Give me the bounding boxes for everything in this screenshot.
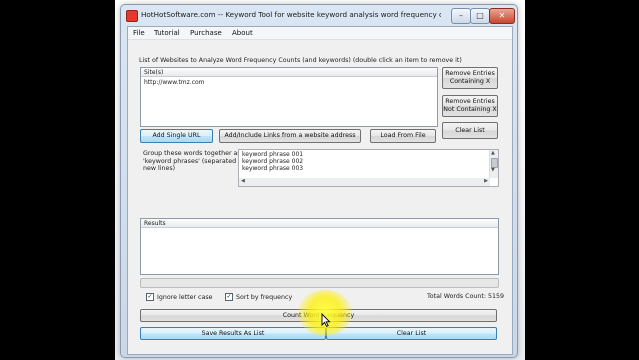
phrases-label-line: Group these words together as <box>143 150 241 157</box>
scroll-left-icon[interactable]: ◀ <box>241 178 245 184</box>
button-label-line: Containing X <box>449 78 491 85</box>
close-button[interactable]: ✕ <box>489 8 515 24</box>
sort-by-frequency-label: Sort by frequency <box>236 293 293 301</box>
letterbox-left <box>0 0 115 360</box>
ignore-letter-case-option[interactable]: ✓ Ignore letter case <box>146 293 213 301</box>
results-column-header: Results <box>141 219 498 228</box>
results-listbox[interactable]: Results <box>140 218 499 275</box>
phrases-label-line: new lines) <box>143 165 176 172</box>
websites-section-label: List of Websites to Analyze Word Frequen… <box>139 57 462 64</box>
phrase-line: keyword phrase 002 <box>242 158 304 165</box>
maximize-button[interactable]: □ <box>470 8 490 24</box>
window-title: HotHotSoftware.com -- Keyword Tool for w… <box>141 10 441 19</box>
phrases-label-line: 'keyword phrases' (separated by <box>143 157 246 165</box>
clear-sites-list-button[interactable]: Clear List <box>442 122 498 139</box>
phrases-vertical-scrollbar[interactable]: ▲ ▼ <box>489 150 498 178</box>
save-results-as-list-button[interactable]: Save Results As List <box>140 327 326 340</box>
button-label-line: Not Containing X <box>443 106 497 113</box>
phrases-horizontal-scrollbar[interactable]: ◀ ▶ <box>239 178 490 186</box>
progress-bar <box>140 278 499 288</box>
letterbox-right <box>525 0 639 360</box>
menu-file[interactable]: File <box>133 29 145 37</box>
keyword-phrases-textarea[interactable]: keyword phrase 001 keyword phrase 002 ke… <box>238 149 499 187</box>
sites-column-header: Site(s) <box>141 68 437 77</box>
menu-tutorial[interactable]: Tutorial <box>154 29 180 37</box>
websites-listbox[interactable]: Site(s) http://www.tmz.com <box>140 67 438 127</box>
remove-entries-not-containing-button[interactable]: Remove Entries Not Containing X <box>442 95 498 117</box>
menu-purchase[interactable]: Purchase <box>190 29 222 37</box>
add-single-url-button[interactable]: Add Single URL <box>140 129 213 143</box>
scroll-down-icon[interactable]: ▼ <box>491 167 495 173</box>
ignore-letter-case-checkbox[interactable]: ✓ <box>146 293 154 301</box>
sort-by-frequency-option[interactable]: ✓ Sort by frequency <box>225 293 292 301</box>
phrases-label: Group these words together as 'keyword p… <box>143 150 246 173</box>
title-bar[interactable]: HotHotSoftware.com -- Keyword Tool for w… <box>121 5 517 25</box>
remove-entries-containing-button[interactable]: Remove Entries Containing X <box>442 67 498 89</box>
phrase-line: keyword phrase 001 <box>242 151 304 158</box>
minimize-button[interactable]: – <box>451 8 471 24</box>
button-label-line: Remove Entries <box>445 70 495 77</box>
ignore-letter-case-label: Ignore letter case <box>157 293 213 301</box>
add-links-from-website-button[interactable]: Add/Include Links from a website address <box>219 129 361 143</box>
phrase-line: keyword phrase 003 <box>242 165 304 172</box>
mouse-cursor-icon <box>321 313 331 327</box>
clear-results-list-button[interactable]: Clear List <box>326 327 497 340</box>
menu-about[interactable]: About <box>232 29 253 37</box>
app-icon <box>126 10 138 22</box>
sort-by-frequency-checkbox[interactable]: ✓ <box>225 293 233 301</box>
list-item[interactable]: http://www.tmz.com <box>144 79 205 86</box>
button-label-line: Remove Entries <box>445 98 495 105</box>
scroll-right-icon[interactable]: ▶ <box>484 178 488 184</box>
menu-bar: File Tutorial Purchase About <box>128 27 512 40</box>
load-from-file-button[interactable]: Load From File <box>370 129 436 143</box>
total-words-count: Total Words Count: 5159 <box>427 293 505 300</box>
scroll-up-icon[interactable]: ▲ <box>491 150 495 156</box>
